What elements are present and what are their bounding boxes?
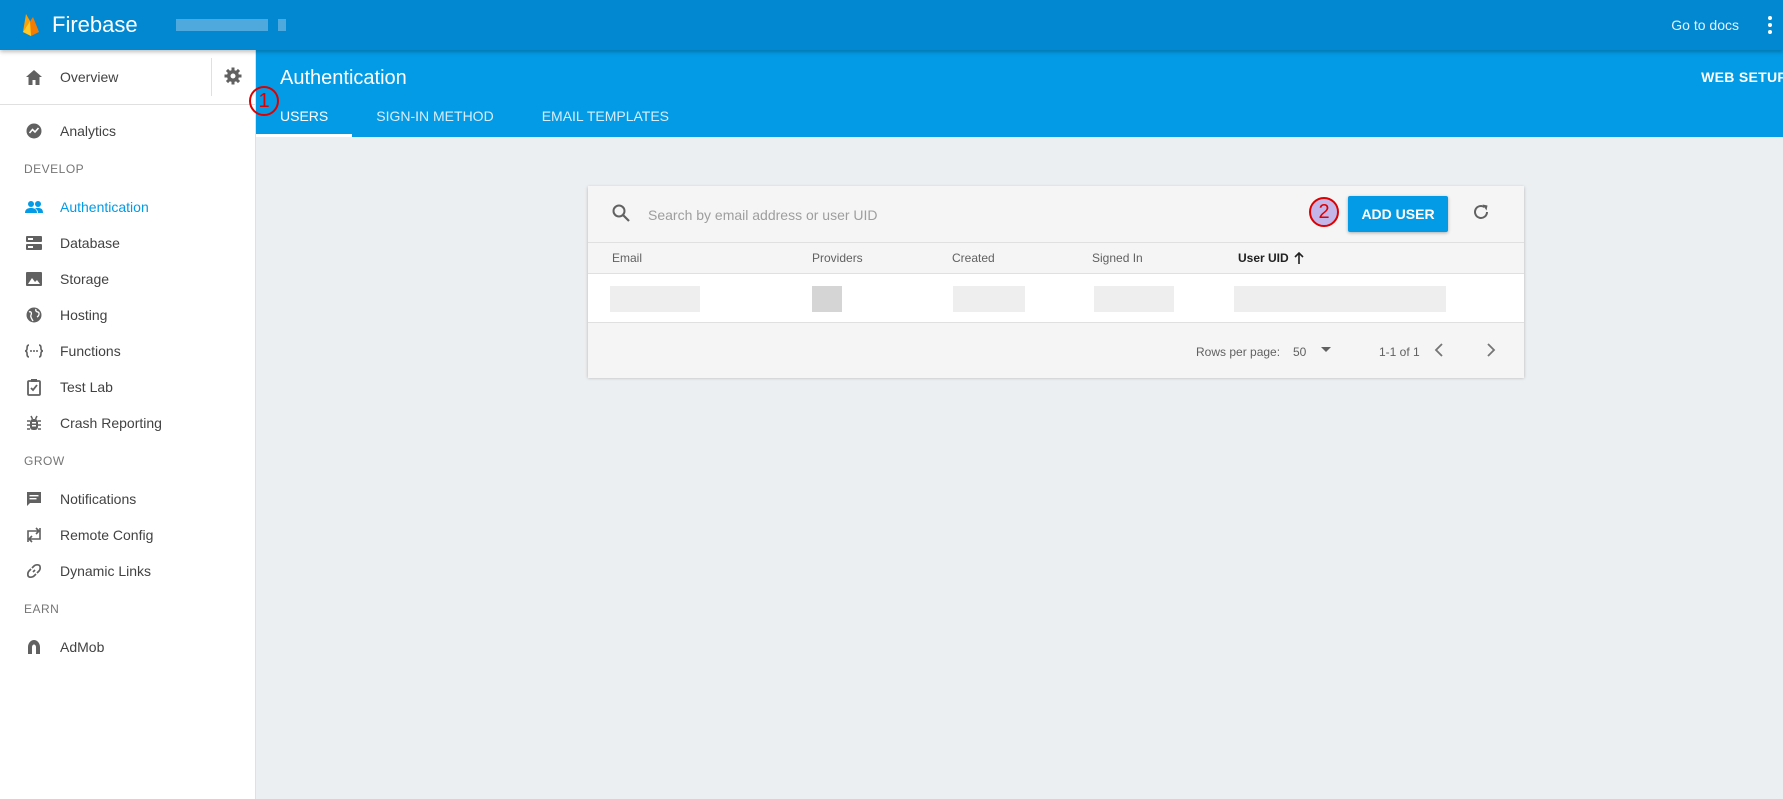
analytics-icon <box>25 122 43 140</box>
admob-icon <box>25 638 43 656</box>
column-header-providers: Providers <box>812 251 863 265</box>
message-icon <box>25 490 43 508</box>
home-icon <box>25 68 43 86</box>
sidebar-item-storage[interactable]: Storage <box>0 261 255 297</box>
page-header: Authentication WEB SETUP USERS SIGN-IN M… <box>256 50 1783 137</box>
top-bar: Firebase Go to docs <box>0 0 1783 50</box>
redacted-signed-in-date <box>1094 286 1174 312</box>
project-dropdown-redacted <box>277 19 286 31</box>
project-selector[interactable] <box>175 19 286 31</box>
tab-bar: USERS SIGN-IN METHOD EMAIL TEMPLATES <box>256 105 693 137</box>
sidebar-item-authentication[interactable]: Authentication <box>0 189 255 225</box>
chevron-left-icon[interactable] <box>1433 343 1445 357</box>
user-search-input[interactable] <box>646 200 1210 230</box>
redacted-email <box>610 286 700 312</box>
page-title: Authentication <box>280 67 407 89</box>
section-label-grow: GROW <box>24 454 65 468</box>
tab-sign-in-method[interactable]: SIGN-IN METHOD <box>352 105 517 137</box>
column-header-email[interactable]: Email <box>612 251 642 265</box>
rows-per-page-select[interactable]: 50 <box>1293 345 1306 359</box>
annotation-marker-2: 2 <box>1309 197 1339 227</box>
web-setup-button[interactable]: WEB SETUP <box>1701 69 1783 85</box>
sidebar-item-label: Remote Config <box>60 527 154 543</box>
users-card: ADD USER Email Providers Created Signed … <box>588 186 1524 378</box>
sidebar-item-label: Functions <box>60 343 121 359</box>
pagination-range: 1-1 of 1 <box>1379 345 1420 359</box>
link-icon <box>25 562 43 580</box>
annotation-marker-1: 1 <box>249 86 279 116</box>
sidebar-item-label: Authentication <box>60 199 149 215</box>
sidebar-item-label: Database <box>60 235 120 251</box>
tab-email-templates[interactable]: EMAIL TEMPLATES <box>518 105 693 137</box>
sidebar-item-test-lab[interactable]: Test Lab <box>0 369 255 405</box>
sidebar-item-functions[interactable]: Functions <box>0 333 255 369</box>
sidebar-item-label: Crash Reporting <box>60 415 162 431</box>
dropdown-caret-icon[interactable] <box>1320 343 1332 355</box>
sidebar-item-analytics[interactable]: Analytics <box>0 113 255 149</box>
gear-icon[interactable] <box>224 67 242 85</box>
sidebar-item-label: Storage <box>60 271 110 287</box>
sidebar-item-label: AdMob <box>60 639 105 655</box>
functions-icon <box>25 342 43 360</box>
chevron-right-icon[interactable] <box>1485 343 1497 357</box>
database-icon <box>25 234 43 252</box>
pagination-footer: Rows per page: 50 1-1 of 1 <box>588 323 1524 378</box>
sidebar-item-remote-config[interactable]: Remote Config <box>0 517 255 553</box>
sidebar-item-hosting[interactable]: Hosting <box>0 297 255 333</box>
redacted-created-date <box>953 286 1025 312</box>
firebase-logo[interactable]: Firebase <box>22 12 138 38</box>
sidebar-item-label: Dynamic Links <box>60 563 152 579</box>
sidebar-item-crash-reporting[interactable]: Crash Reporting <box>0 405 255 441</box>
project-name-redacted <box>175 19 268 31</box>
sidebar-item-notifications[interactable]: Notifications <box>0 481 255 517</box>
section-label-develop: DEVELOP <box>24 162 85 176</box>
sidebar-item-overview[interactable]: Overview <box>0 50 118 104</box>
sidebar-item-dynamic-links[interactable]: Dynamic Links <box>0 553 255 589</box>
sidebar-overview-row: Overview <box>0 50 255 105</box>
bug-icon <box>25 414 43 432</box>
globe-icon <box>25 306 43 324</box>
sidebar-item-label: Notifications <box>60 491 137 507</box>
redacted-user-uid <box>1234 286 1446 312</box>
sidebar-item-database[interactable]: Database <box>0 225 255 261</box>
add-user-button[interactable]: ADD USER <box>1348 196 1448 232</box>
firebase-flame-icon <box>23 14 39 36</box>
image-icon <box>25 270 43 288</box>
sidebar-item-label: Hosting <box>60 307 108 323</box>
checklist-icon <box>25 378 43 396</box>
redacted-provider-icon <box>812 286 842 312</box>
sort-ascending-icon[interactable] <box>1294 252 1304 264</box>
column-header-signed-in[interactable]: Signed In <box>1092 251 1143 265</box>
table-row[interactable] <box>588 274 1524 323</box>
go-to-docs-link[interactable]: Go to docs <box>1671 17 1739 33</box>
rows-per-page-label: Rows per page: <box>1196 345 1281 359</box>
sidebar-item-label: Analytics <box>60 123 117 139</box>
column-header-created[interactable]: Created <box>952 251 995 265</box>
brand-name: Firebase <box>52 12 138 37</box>
sidebar-item-label: Test Lab <box>60 379 113 395</box>
people-icon <box>25 198 43 216</box>
sidebar-item-label: Overview <box>60 69 119 85</box>
users-toolbar: ADD USER <box>588 186 1524 243</box>
sidebar: Overview Analytics DEVELOP Authenticatio… <box>0 50 256 799</box>
overview-divider <box>211 58 212 96</box>
refresh-icon[interactable] <box>1472 203 1490 221</box>
search-icon <box>612 204 630 222</box>
sidebar-item-admob[interactable]: AdMob <box>0 629 255 665</box>
column-header-user-uid[interactable]: User UID <box>1238 251 1289 265</box>
remote-config-icon <box>25 526 43 544</box>
users-table-header: Email Providers Created Signed In User U… <box>588 243 1524 274</box>
section-label-earn: EARN <box>24 602 60 616</box>
more-vert-icon[interactable] <box>1767 15 1773 35</box>
